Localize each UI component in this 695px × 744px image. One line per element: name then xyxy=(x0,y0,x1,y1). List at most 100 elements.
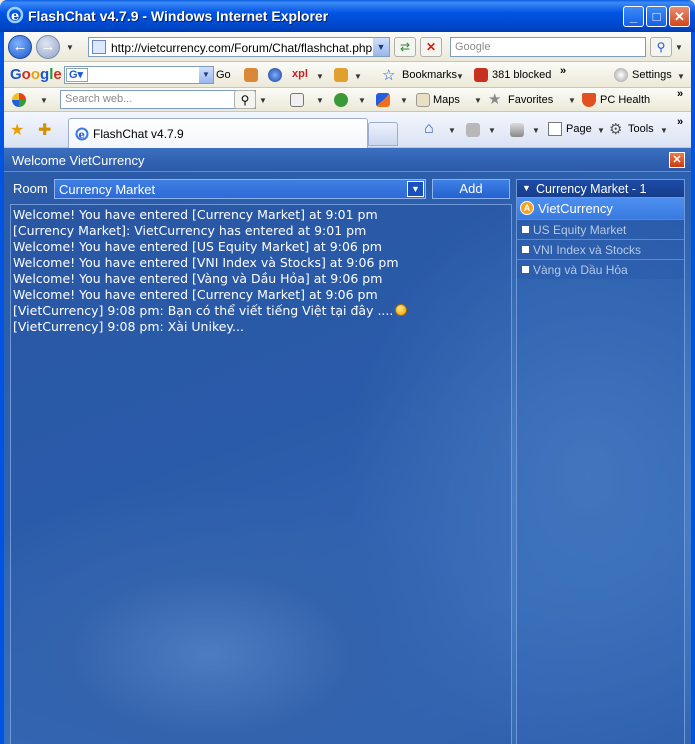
chat-header: Welcome VietCurrency ✕ xyxy=(4,148,691,172)
maximize-button[interactable]: □ xyxy=(646,6,667,27)
settings-dropdown-icon[interactable]: ▼ xyxy=(677,72,685,81)
search-web-dropdown-icon[interactable]: ▼ xyxy=(259,96,267,105)
ie-logo-icon: e xyxy=(6,6,24,24)
feeds-icon[interactable] xyxy=(466,123,480,137)
google-search-button[interactable]: ⚲ xyxy=(650,37,672,57)
smiley-icon xyxy=(395,304,408,316)
google-go-button[interactable]: Go xyxy=(216,69,231,81)
more-chevron-icon[interactable]: » xyxy=(677,88,683,100)
flashchat-app: Welcome VietCurrency ✕ Room Currency Mar… xyxy=(4,148,691,744)
add-favorite-icon[interactable]: ✚ xyxy=(38,120,51,140)
more-chevron-icon[interactable]: » xyxy=(677,116,683,128)
search-options-dropdown-icon[interactable]: ▼ xyxy=(675,43,683,52)
print-dropdown-icon[interactable]: ▼ xyxy=(532,126,540,135)
google-toolbar-search-input[interactable]: G▾ ▼ xyxy=(64,66,214,84)
highlight-icon[interactable] xyxy=(290,93,304,107)
google-g-icon: G▾ xyxy=(66,68,88,82)
google-toolbar: Google G▾ ▼ Go xpl ▼ ▼ ☆ Bookmarks ▼ 381… xyxy=(4,62,691,88)
globe-icon[interactable] xyxy=(268,68,282,82)
more-chevron-icon[interactable]: » xyxy=(560,65,566,77)
address-dropdown-icon[interactable]: ▼ xyxy=(373,38,389,56)
settings-wrench-icon xyxy=(614,68,628,82)
history-dropdown-icon[interactable]: ▼ xyxy=(66,43,74,52)
settings-button[interactable]: Settings xyxy=(632,69,672,81)
page-icon xyxy=(92,40,106,54)
highlight-dropdown-icon[interactable]: ▼ xyxy=(316,96,324,105)
maps-dropdown-icon[interactable]: ▼ xyxy=(474,96,482,105)
chevron-down-icon[interactable]: ▼ xyxy=(407,181,424,197)
windows-dropdown-icon[interactable]: ▼ xyxy=(40,96,48,105)
tab-label: FlashChat v4.7.9 xyxy=(93,127,184,141)
popup-blocked-count[interactable]: 381 blocked xyxy=(492,69,551,81)
google-combo-dropdown-icon[interactable]: ▼ xyxy=(199,67,213,83)
page-menu-button[interactable]: Page xyxy=(566,123,592,135)
close-window-button[interactable]: ✕ xyxy=(669,6,690,27)
room-list-item[interactable]: VNI Index và Stocks xyxy=(517,239,684,259)
print-icon[interactable] xyxy=(510,123,524,137)
messenger-dropdown-icon[interactable]: ▼ xyxy=(400,96,408,105)
new-tab-button[interactable] xyxy=(368,122,398,146)
chat-close-button[interactable]: ✕ xyxy=(669,152,685,168)
home-icon[interactable]: ⌂ xyxy=(424,120,434,138)
xpl-icon[interactable]: xpl xyxy=(292,68,308,80)
room-selected-value: Currency Market xyxy=(59,182,156,197)
popup-blocker-icon xyxy=(474,68,488,82)
chat-message: [Currency Market]: VietCurrency has ente… xyxy=(13,223,367,238)
favorites-dropdown-icon[interactable]: ▼ xyxy=(568,96,576,105)
xpl-dropdown-icon[interactable]: ▼ xyxy=(316,72,324,81)
bookmarks-button[interactable]: Bookmarks xyxy=(402,69,457,81)
messenger-icon[interactable] xyxy=(376,93,390,107)
search-web-input[interactable]: Search web... xyxy=(60,90,256,109)
favorites-button[interactable]: Favorites xyxy=(508,94,553,106)
forward-button[interactable]: → xyxy=(36,35,60,59)
address-field[interactable]: http://vietcurrency.com/Forum/Chat/flash… xyxy=(88,37,390,57)
home-dropdown-icon[interactable]: ▼ xyxy=(448,126,456,135)
pagerank-icon[interactable] xyxy=(244,68,258,82)
add-icon[interactable] xyxy=(334,93,348,107)
stop-button[interactable]: ✕ xyxy=(420,37,442,57)
add-room-button[interactable]: Add xyxy=(432,179,510,199)
room-name: Vàng và Dầu Hỏa xyxy=(533,263,628,277)
room-square-icon xyxy=(522,226,529,233)
current-room-name: Currency Market - 1 xyxy=(536,182,647,196)
tab-flashchat[interactable]: e FlashChat v4.7.9 xyxy=(68,118,368,148)
close-icon: ✕ xyxy=(672,154,682,166)
current-room-header[interactable]: ▼ Currency Market - 1 xyxy=(517,180,684,198)
search-web-button[interactable]: ⚲ xyxy=(234,90,256,109)
room-list-item[interactable]: Vàng và Dầu Hỏa xyxy=(517,259,684,279)
maps-button[interactable]: Maps xyxy=(433,94,460,106)
user-list-item[interactable]: A VietCurrency xyxy=(517,198,684,219)
add-dropdown-icon[interactable]: ▼ xyxy=(358,96,366,105)
autofill-icon[interactable] xyxy=(334,68,348,82)
tools-dropdown-icon[interactable]: ▼ xyxy=(660,126,668,135)
shield-icon xyxy=(582,93,596,107)
magnifier-icon: ⚲ xyxy=(656,40,666,54)
address-url: http://vietcurrency.com/Forum/Chat/flash… xyxy=(111,41,373,55)
refresh-button[interactable]: ⇄ xyxy=(394,37,416,57)
chat-message: Welcome! You have entered [US Equity Mar… xyxy=(13,239,382,254)
bookmarks-dropdown-icon[interactable]: ▼ xyxy=(456,72,464,81)
user-avatar-icon: A xyxy=(520,201,534,215)
back-button[interactable]: ← xyxy=(8,35,32,59)
address-toolbar: ← → ▼ http://vietcurrency.com/Forum/Chat… xyxy=(4,32,691,62)
google-search-input[interactable]: Google xyxy=(450,37,646,57)
refresh-icon: ⇄ xyxy=(399,40,411,54)
pc-health-button[interactable]: PC Health xyxy=(600,94,650,106)
window-title-bar[interactable]: e FlashChat v4.7.9 - Windows Internet Ex… xyxy=(0,0,695,32)
favorites-center-star-icon[interactable]: ★ xyxy=(10,120,24,140)
room-select[interactable]: Currency Market ▼ xyxy=(54,179,426,199)
maps-icon xyxy=(416,93,430,107)
chat-message: [VietCurrency] 9:08 pm: Xài Unikey... xyxy=(13,319,244,334)
page-dropdown-icon[interactable]: ▼ xyxy=(597,126,605,135)
autofill-dropdown-icon[interactable]: ▼ xyxy=(354,72,362,81)
minimize-button[interactable]: _ xyxy=(623,6,644,27)
chat-message-area[interactable]: Welcome! You have entered [Currency Mark… xyxy=(10,204,512,744)
room-list-item[interactable]: US Equity Market xyxy=(517,219,684,239)
tab-bar: ★ ✚ e FlashChat v4.7.9 ⌂ ▼ ▼ ▼ Page ▼ ⚙ … xyxy=(4,112,691,148)
favorites-star-icon: ★ xyxy=(488,91,502,108)
window-title: FlashChat v4.7.9 - Windows Internet Expl… xyxy=(28,8,329,24)
windows-logo-icon[interactable] xyxy=(12,93,26,107)
google-search-placeholder: Google xyxy=(455,41,491,53)
feeds-dropdown-icon[interactable]: ▼ xyxy=(488,126,496,135)
tools-menu-button[interactable]: Tools xyxy=(628,123,654,135)
